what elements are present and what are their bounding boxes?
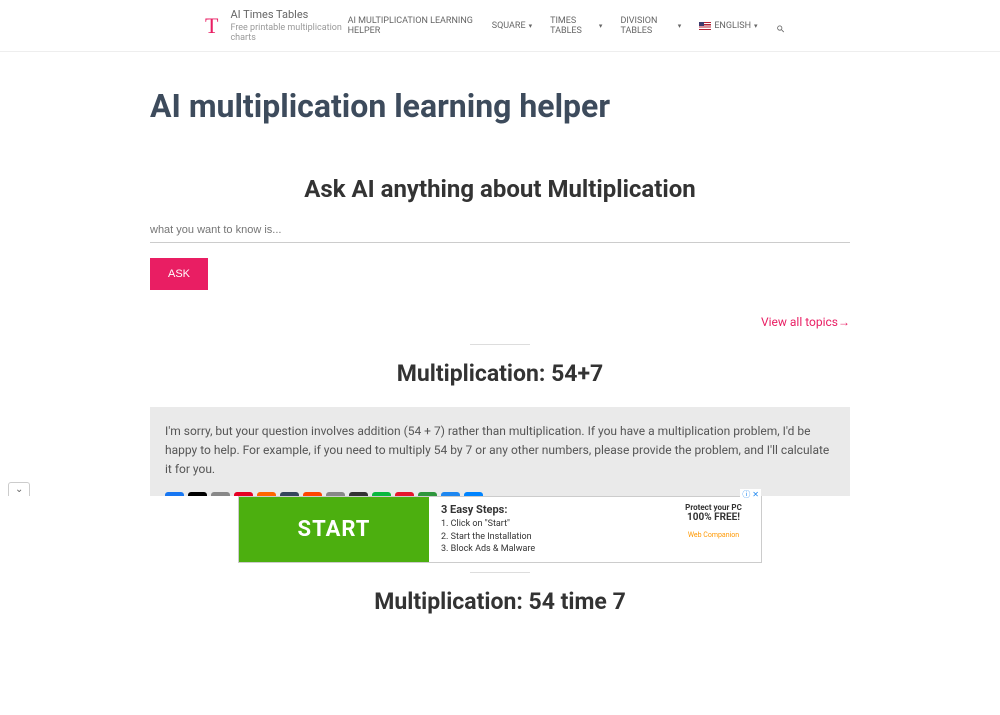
header: T AI Times Tables Free printable multipl… [0, 0, 1000, 52]
logo-icon: T [205, 13, 218, 39]
ad-step-3: 3. Block Ads & Malware [441, 543, 654, 556]
ad-step-1: 1. Click on "Start" [441, 518, 654, 531]
ad-start-button[interactable]: START [239, 497, 429, 562]
ask-button[interactable]: ASK [150, 258, 208, 290]
ad-steps-title: 3 Easy Steps: [441, 503, 654, 516]
nav-square[interactable]: SQUARE▾ [492, 21, 532, 31]
article-title-2[interactable]: Multiplication: 54 time 7 [150, 588, 850, 615]
chevron-down-icon: ▾ [754, 22, 758, 30]
ad-right: Protect your PC 100% FREE! Web Companion [666, 497, 761, 562]
page-title: AI multiplication learning helper [150, 87, 850, 125]
nav-division-tables[interactable]: DIVISION TABLES▾ [620, 16, 681, 36]
chevron-down-icon: ▾ [599, 22, 603, 30]
nav-ai-helper[interactable]: AI MULTIPLICATION LEARNING HELPER [348, 16, 474, 36]
nav-language[interactable]: ENGLISH▾ [699, 21, 757, 31]
article-title-1[interactable]: Multiplication: 54+7 [150, 360, 850, 387]
brand: AI Times Tables Free printable multiplic… [230, 8, 347, 43]
collapse-ad-button[interactable]: ⌄ [8, 482, 30, 496]
nav-times-tables[interactable]: TIMES TABLES▾ [550, 16, 602, 36]
ad-steps: 3 Easy Steps: 1. Click on "Start" 2. Sta… [429, 497, 666, 562]
ad-free-text: 100% FREE! [676, 512, 751, 523]
ad-logo: Web Companion [676, 531, 751, 539]
logo-area[interactable]: T AI Times Tables Free printable multipl… [205, 8, 348, 43]
ad-info-icon[interactable]: ⓘ ✕ [740, 489, 761, 500]
ask-section-title: Ask AI anything about Multiplication [150, 175, 850, 203]
us-flag-icon [699, 22, 711, 30]
divider [470, 344, 530, 345]
ask-input[interactable] [150, 218, 850, 243]
ad-step-2: 2. Start the Installation [441, 531, 654, 544]
ad-content[interactable]: ⓘ ✕ START 3 Easy Steps: 1. Click on "Sta… [238, 496, 762, 563]
chevron-down-icon: ▾ [678, 22, 682, 30]
main-content: AI multiplication learning helper Ask AI… [150, 52, 850, 715]
ad-protect-text: Protect your PC [676, 503, 751, 512]
view-all-topics-link[interactable]: View all topics→ [150, 315, 850, 329]
divider [470, 572, 530, 573]
brand-subtitle: Free printable multiplication charts [230, 23, 347, 43]
brand-title: AI Times Tables [230, 8, 347, 21]
chevron-down-icon: ▾ [529, 22, 533, 30]
nav: AI MULTIPLICATION LEARNING HELPER SQUARE… [348, 16, 785, 36]
ad-banner: ⓘ ✕ START 3 Easy Steps: 1. Click on "Sta… [0, 496, 1000, 563]
search-icon[interactable] [776, 20, 785, 32]
article-text-1: I'm sorry, but your question involves ad… [165, 422, 835, 480]
